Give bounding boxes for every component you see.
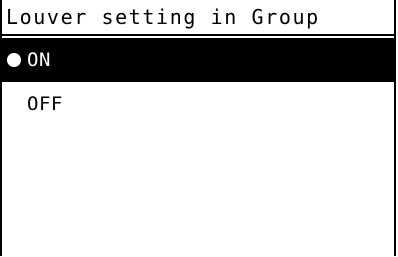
selected-indicator-icon xyxy=(7,53,21,67)
unselected-indicator-icon xyxy=(7,97,21,111)
option-list: ON OFF xyxy=(2,38,394,126)
option-off-label: OFF xyxy=(27,92,63,115)
option-on-label: ON xyxy=(27,48,51,71)
option-off[interactable]: OFF xyxy=(2,82,394,126)
option-on[interactable]: ON xyxy=(2,38,394,82)
settings-screen: Louver setting in Group ON OFF xyxy=(0,0,396,256)
title-bar: Louver setting in Group xyxy=(2,0,394,36)
page-title: Louver setting in Group xyxy=(6,5,320,29)
